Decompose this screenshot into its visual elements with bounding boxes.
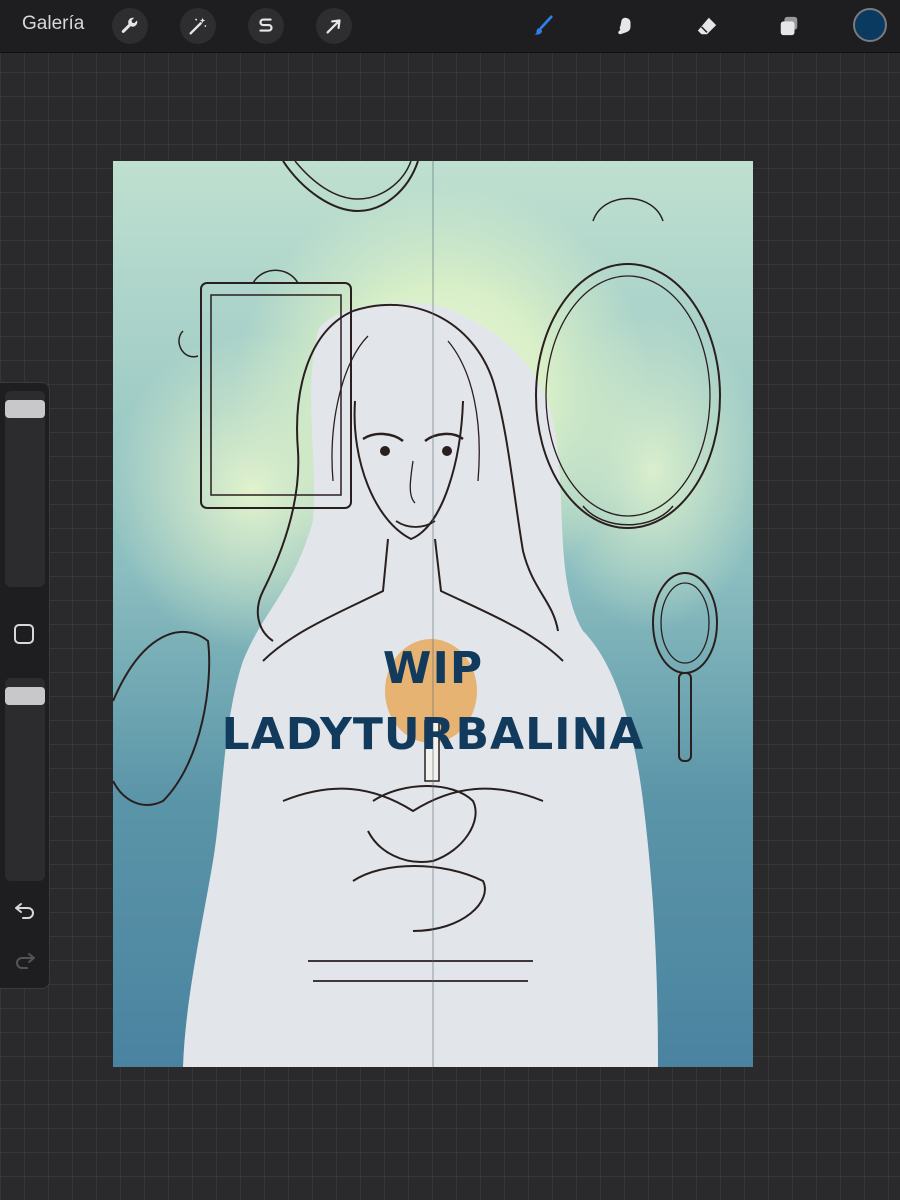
sketch-artwork [113, 161, 721, 1067]
watermark-line-2: LADYTURBALINA [221, 709, 645, 760]
undo-button[interactable] [12, 899, 38, 921]
magic-wand-icon [189, 17, 207, 35]
top-toolbar: Galería [0, 0, 900, 53]
selection-button[interactable] [248, 8, 284, 44]
smudge-finger-icon [618, 17, 631, 35]
opacity-thumb[interactable] [5, 687, 45, 705]
redo-arrow-icon [16, 953, 35, 969]
brush-icon [533, 15, 553, 35]
redo-button[interactable] [12, 949, 38, 971]
layers-icon [780, 16, 798, 36]
color-picker-button[interactable] [853, 8, 887, 42]
drawing-canvas[interactable]: WIP LADYTURBALINA [113, 161, 753, 1067]
brush-size-slider[interactable] [5, 391, 45, 587]
brush-size-thumb[interactable] [5, 400, 45, 418]
transform-button[interactable] [316, 8, 352, 44]
brush-button[interactable] [525, 8, 561, 44]
selection-s-icon [259, 18, 273, 32]
undo-arrow-icon [15, 903, 34, 919]
smudge-button[interactable] [607, 8, 643, 44]
layers-button[interactable] [771, 8, 807, 44]
opacity-slider[interactable] [5, 678, 45, 881]
actions-button[interactable] [112, 8, 148, 44]
adjustments-button[interactable] [180, 8, 216, 44]
eraser-icon [697, 17, 717, 35]
arrow-cursor-icon [326, 19, 341, 34]
wrench-icon [121, 17, 138, 33]
modify-button[interactable] [14, 624, 34, 644]
gallery-button[interactable]: Galería [22, 13, 84, 35]
eraser-button[interactable] [689, 8, 725, 44]
left-sidebar [0, 382, 50, 989]
watermark-line-1: WIP [382, 643, 484, 694]
